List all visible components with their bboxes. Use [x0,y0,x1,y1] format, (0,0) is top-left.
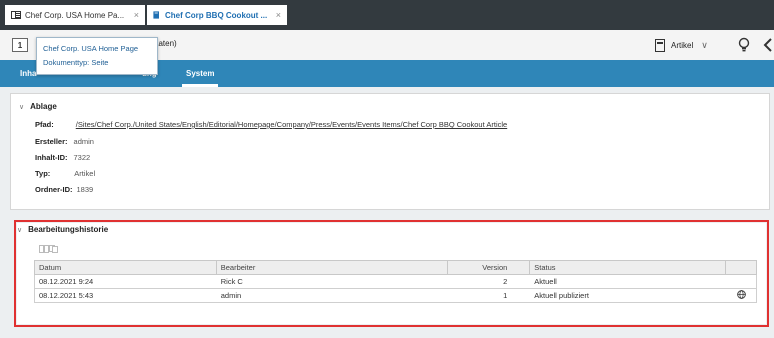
page-icon [11,11,21,19]
panel-title: Ablage [30,102,57,111]
cell-version: 1 [447,288,530,303]
table-row[interactable]: 08.12.2021 9:24 Rick C 2 Aktuell [34,274,757,289]
cell-datum: 08.12.2021 9:24 [34,274,217,289]
column-header-datum[interactable]: Datum [34,260,217,275]
property-value: 1839 [76,185,94,194]
history-panel-header[interactable]: ∨ Bearbeitungshistorie [17,225,108,234]
lightbulb-icon[interactable] [738,37,750,53]
tooltip-document-type: Dokumenttyp: Seite [43,58,109,67]
property-label: Typ: [35,169,51,178]
tab-chef-corp-bbq-cookout[interactable]: Chef Corp BBQ Cookout ... × [147,5,287,25]
chevron-down-icon: ∨ [701,39,708,50]
tab-label: Chef Corp BBQ Cookout ... [165,10,268,20]
globe-icon[interactable] [736,290,746,299]
property-pfad: Pfad: /Sites/Chef Corp./United States/En… [35,120,507,129]
property-value: admin [73,137,94,146]
property-typ: Typ: Artikel [35,169,95,178]
close-icon[interactable]: × [276,10,281,20]
column-header-status[interactable]: Status [529,260,727,275]
compare-icon[interactable] [39,245,49,253]
document-type-icon[interactable]: 1 [12,38,28,52]
close-icon[interactable]: × [134,10,139,20]
ablage-panel: ∨ Ablage Pfad: /Sites/Chef Corp./United … [10,93,770,210]
column-header-bearbeiter[interactable]: Bearbeiter [215,260,449,275]
article-icon [655,38,665,52]
chevron-down-icon[interactable]: ∨ [17,226,22,234]
chevron-down-icon[interactable]: ∨ [19,103,24,111]
property-value: 7322 [73,153,91,162]
content-area: ∨ Ablage Pfad: /Sites/Chef Corp./United … [0,87,774,338]
tooltip-page-name: Chef Corp. USA Home Page [43,44,139,53]
tab-inhalt[interactable]: Inha [20,60,36,87]
property-label: Ersteller: [35,137,68,146]
property-ersteller: Ersteller: admin [35,137,94,146]
property-label: Inhalt-ID: [35,153,68,162]
property-label: Ordner-ID: [35,185,73,194]
cell-status: Aktuell publiziert [529,288,726,303]
history-table: Datum Bearbeiter Version Status 08.12.20… [34,260,757,303]
tab-tooltip: Chef Corp. USA Home Page Dokumenttyp: Se… [36,37,158,75]
bearbeitungshistorie-panel: ∨ Bearbeitungshistorie Datum Bearbeiter … [17,223,766,324]
table-row[interactable]: 08.12.2021 5:43 admin 1 Aktuell publizie… [34,288,757,303]
cell-datum: 08.12.2021 5:43 [34,288,217,303]
history-toolbar [39,245,59,253]
cell-status: Aktuell [529,274,726,289]
content-type-dropdown[interactable]: Artikel ∨ [655,37,708,53]
tab-label: Chef Corp. USA Home Pa... [25,10,125,20]
cell-bearbeiter: admin [216,288,448,303]
document-tab-bar: Chef Corp. USA Home Pa... × Chef Corp BB… [0,0,774,30]
table-header-row: Datum Bearbeiter Version Status [34,260,757,275]
chevron-left-icon[interactable] [763,37,773,53]
property-ordner-id: Ordner-ID: 1839 [35,185,93,194]
content-type-label: Artikel [671,40,694,50]
cell-actions [725,274,757,289]
cell-version: 2 [447,274,530,289]
property-value: Artikel [74,169,96,178]
cell-bearbeiter: Rick C [216,274,448,289]
ablage-panel-header[interactable]: ∨ Ablage [19,102,57,111]
panel-title: Bearbeitungshistorie [28,225,109,234]
tab-chef-corp-home-page[interactable]: Chef Corp. USA Home Pa... × [5,5,145,25]
copy-icon[interactable] [49,245,59,253]
article-icon [153,11,159,19]
tab-system[interactable]: System [181,60,220,87]
property-inhalt-id: Inhalt-ID: 7322 [35,153,90,162]
column-header-version[interactable]: Version [447,260,531,275]
property-label: Pfad: [35,120,54,129]
cell-actions [725,288,757,303]
column-header-actions [725,260,757,275]
path-link[interactable]: /Sites/Chef Corp./United States/English/… [76,120,507,129]
